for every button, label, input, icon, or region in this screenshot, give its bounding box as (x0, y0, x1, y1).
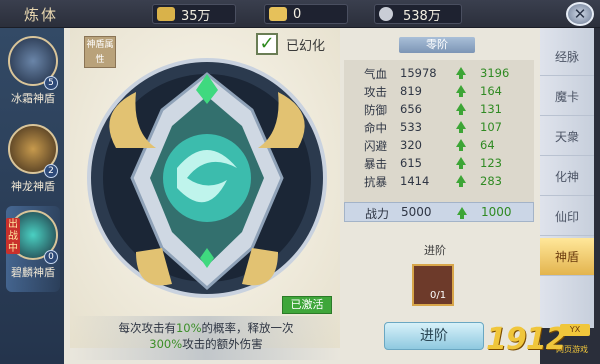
coin-resource: 35万 (152, 4, 236, 24)
watermark-logo: 1912 (486, 322, 566, 357)
silver-resource: 538万 (374, 4, 462, 24)
watermark-badge: YX (560, 324, 590, 336)
up-arrow-icon (456, 67, 466, 79)
tier-label: 零阶 (399, 37, 475, 53)
shield-item-frost[interactable]: 5 冰霜神盾 (6, 32, 60, 118)
stat-row: 抗暴 1414 283 (364, 174, 502, 189)
up-arrow-icon (456, 121, 466, 133)
tab-divine-shield[interactable]: 神盾 (540, 238, 594, 276)
stat-row: 防御 656 131 (364, 102, 502, 117)
transform-label: 已幻化 (286, 39, 326, 54)
power-row: 战力 5000 1000 (344, 202, 534, 222)
stat-row: 暴击 615 123 (364, 156, 502, 171)
shield-item-dragon[interactable]: 2 神龙神盾 (6, 120, 60, 206)
silver-icon (379, 7, 393, 21)
up-arrow-icon (457, 207, 467, 219)
up-arrow-icon (456, 103, 466, 115)
advance-button[interactable]: 进阶 (384, 322, 484, 350)
material-count: 0/1 (430, 290, 447, 301)
stat-row: 气血 15978 3196 (364, 66, 510, 81)
tab-magic-card[interactable]: 魔卡 (540, 78, 594, 116)
in-battle-tag: 出战中 (6, 218, 20, 254)
advance-section-label: 进阶 (424, 244, 446, 257)
stat-row: 命中 533 107 (364, 120, 502, 135)
transform-checkbox[interactable]: ✓ (256, 33, 278, 55)
tab-heavenly[interactable]: 天衆 (540, 118, 594, 156)
up-arrow-icon (456, 157, 466, 169)
up-arrow-icon (456, 175, 466, 187)
coin-icon (157, 7, 175, 21)
tab-transform[interactable]: 化神 (540, 158, 594, 196)
skill-description: 每次攻击有10%的概率，释放一次 300%攻击的额外伤害 (72, 316, 340, 360)
stat-row: 攻击 819 164 (364, 84, 502, 99)
close-button[interactable]: ✕ (566, 2, 594, 26)
shield-artwork (87, 58, 327, 298)
ingot-resource: 0 (264, 4, 348, 24)
up-arrow-icon (456, 139, 466, 151)
ingot-icon (269, 7, 287, 21)
up-arrow-icon (456, 85, 466, 97)
tab-immortal-seal[interactable]: 仙印 (540, 198, 594, 236)
stat-row: 闪避 320 64 (364, 138, 495, 153)
tab-meridian[interactable]: 经脉 (540, 38, 594, 76)
page-title: 炼体 (24, 6, 59, 24)
watermark-sub: 网页游戏 (556, 345, 588, 354)
activated-badge: 已激活 (282, 296, 332, 314)
